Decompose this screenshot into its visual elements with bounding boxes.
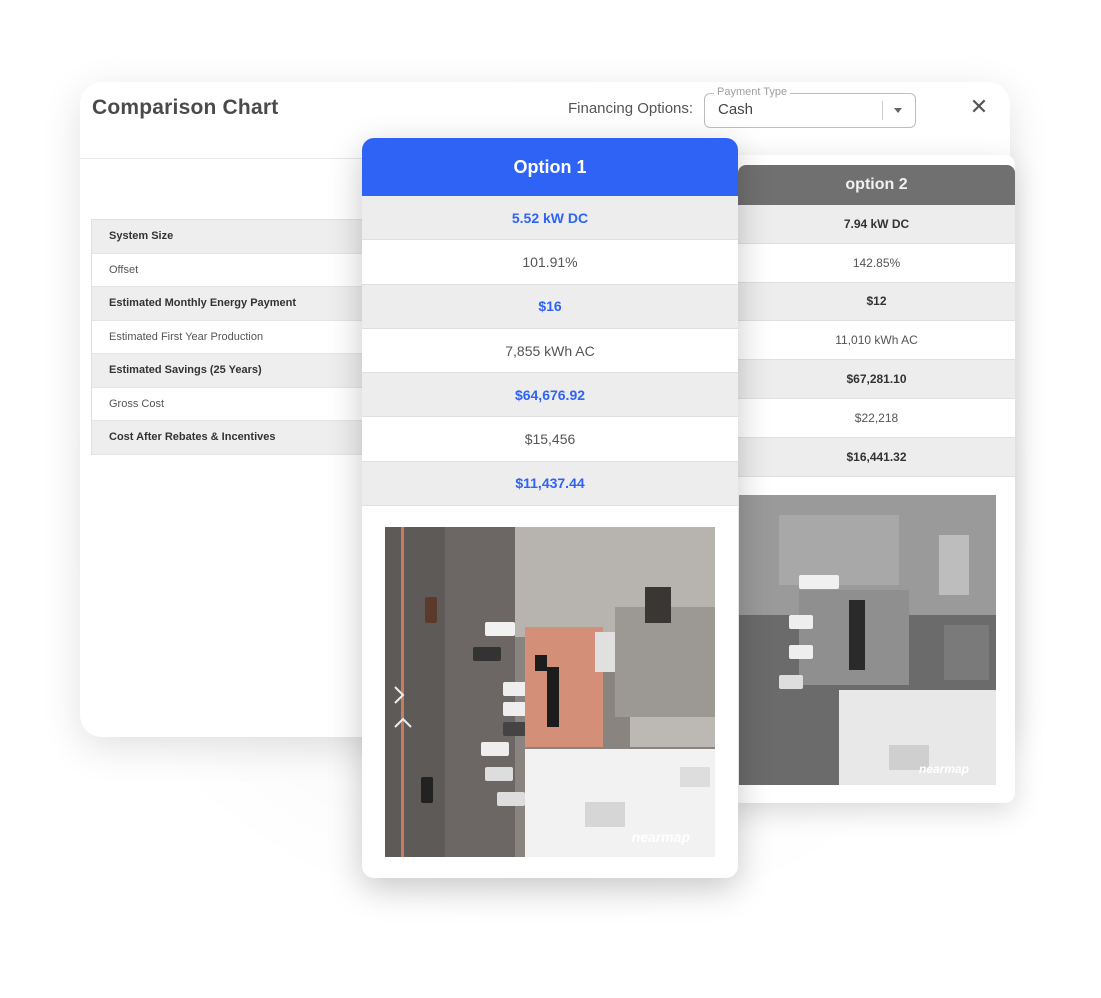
label-savings-25-years: Estimated Savings (25 Years)	[92, 354, 372, 388]
option-1-savings: $64,676.92	[362, 373, 738, 418]
option-2-savings: $67,281.10	[738, 360, 1015, 399]
option-1-first-year-production: 7,855 kWh AC	[362, 329, 738, 374]
option-2-aerial-image: nearmap	[739, 495, 996, 785]
chevron-down-icon[interactable]	[894, 108, 902, 113]
option-2-monthly-payment: $12	[738, 282, 1015, 322]
label-cost-after-rebates: Cost After Rebates & Incentives	[92, 421, 372, 455]
label-gross-cost: Gross Cost	[92, 388, 372, 421]
select-divider	[882, 101, 883, 120]
label-offset: Offset	[92, 254, 372, 287]
option-1-monthly-payment: $16	[362, 284, 738, 329]
page-title: Comparison Chart	[92, 96, 279, 119]
option-2-card[interactable]: option 2 7.94 kW DC 142.85% $12 11,010 k…	[725, 155, 1015, 803]
financing-options-label: Financing Options:	[568, 100, 694, 117]
close-icon[interactable]: ✕	[968, 96, 990, 118]
payment-type-select[interactable]: Payment Type Cash	[704, 86, 916, 128]
option-2-watermark: nearmap	[919, 762, 969, 776]
option-2-first-year-production: 11,010 kWh AC	[738, 321, 1015, 361]
payment-type-label: Payment Type	[714, 86, 791, 98]
option-1-card[interactable]: Option 1 5.52 kW DC 101.91% $16 7,855 kW…	[362, 138, 738, 878]
payment-type-value: Cash	[718, 101, 754, 118]
option-1-gross-cost: $15,456	[362, 417, 738, 462]
label-system-size: System Size	[92, 220, 372, 254]
option-1-aerial-image: nearmap	[385, 527, 715, 857]
option-2-offset: 142.85%	[738, 244, 1015, 283]
label-first-year-production: Estimated First Year Production	[92, 321, 372, 354]
option-2-gross-cost: $22,218	[738, 399, 1015, 438]
option-2-values: 7.94 kW DC 142.85% $12 11,010 kWh AC $67…	[738, 205, 1015, 477]
comparison-labels: System Size Offset Estimated Monthly Ene…	[91, 219, 372, 455]
option-1-system-size: 5.52 kW DC	[362, 196, 738, 241]
option-1-watermark: nearmap	[632, 829, 691, 845]
header-divider	[80, 158, 380, 159]
option-1-header: Option 1	[362, 138, 738, 196]
option-1-offset: 101.91%	[362, 240, 738, 285]
option-2-system-size: 7.94 kW DC	[738, 205, 1015, 244]
label-monthly-payment: Estimated Monthly Energy Payment	[92, 287, 372, 321]
option-1-cost-after-rebates: $11,437.44	[362, 461, 738, 507]
option-2-cost-after-rebates: $16,441.32	[738, 437, 1015, 477]
option-2-header: option 2	[738, 165, 1015, 205]
